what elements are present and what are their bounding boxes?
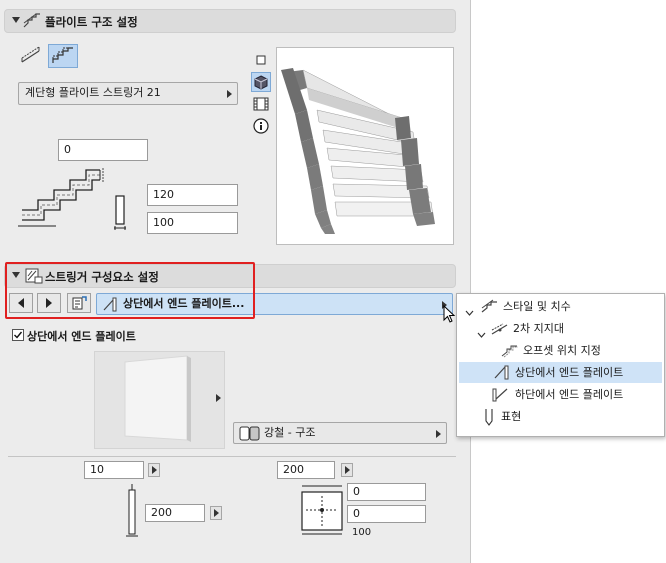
length-step-button[interactable]	[210, 506, 222, 520]
menu-item-label: 상단에서 엔드 플레이트	[515, 366, 624, 379]
menu-item-label: 표현	[501, 410, 522, 423]
height-step-button[interactable]	[341, 463, 353, 477]
plate-length-field[interactable]: 200	[145, 504, 205, 522]
chevron-right-icon	[436, 430, 441, 438]
plate-offset-diagram	[298, 484, 346, 536]
plate-offset-c-label: 100	[352, 527, 372, 538]
width-step-button[interactable]	[148, 463, 160, 477]
menu-item-representation[interactable]: 표현	[457, 406, 664, 427]
menu-item-offset-position[interactable]: 오프셋 위치 지정	[457, 340, 664, 361]
settings-panel: 플라이트 구조 설정 계단형 플라이트 스트링거 21 0 120 100 스트…	[0, 0, 471, 563]
stair-3d-preview	[276, 47, 454, 245]
menu-item-label: 오프셋 위치 지정	[523, 344, 601, 357]
menu-item-style-dimensions[interactable]: 스타일 및 치수	[457, 296, 664, 317]
end-plate-checkbox[interactable]	[12, 329, 24, 341]
end-plate-preview[interactable]	[94, 351, 225, 449]
section-view-icon[interactable]	[253, 97, 269, 111]
stepped-flight-type-icon[interactable]	[48, 44, 78, 68]
material-dropdown[interactable]: 강철 - 구조	[233, 422, 447, 444]
menu-item-secondary-support[interactable]: 2차 지지대	[457, 318, 664, 339]
plate-side-icon	[124, 482, 140, 540]
flight-structure-header[interactable]: 플라이트 구조 설정	[4, 9, 456, 33]
component-tree-menu: 스타일 및 치수 2차 지지대 오프셋 위치 지정 상단에서 엔드 플레이트 하…	[456, 293, 665, 437]
2d-view-icon[interactable]	[255, 54, 267, 66]
annotation-highlight-box	[5, 262, 255, 319]
menu-item-label: 하단에서 엔드 플레이트	[515, 388, 624, 401]
straight-flight-type-icon[interactable]	[19, 46, 45, 68]
plate-offset-b-field[interactable]: 0	[347, 505, 426, 523]
plate-offset-a-field[interactable]: 0	[347, 483, 426, 501]
flight-type-value: 계단형 플라이트 스트링거 21	[25, 86, 161, 99]
checkbox-label: 상단에서 엔드 플레이트	[27, 330, 136, 343]
stringer-height-field[interactable]: 120	[147, 184, 238, 206]
collapse-triangle-icon[interactable]	[12, 17, 20, 23]
material-swatch-icon	[239, 426, 261, 448]
3d-view-icon[interactable]	[251, 72, 271, 92]
chevron-right-icon	[227, 90, 232, 98]
menu-item-bottom-end-plate[interactable]: 하단에서 엔드 플레이트	[457, 384, 664, 405]
chevron-right-icon	[216, 394, 221, 402]
material-value: 강철 - 구조	[264, 426, 316, 439]
stair-flight-icon	[23, 13, 41, 32]
divider	[8, 456, 456, 457]
representation-icon	[483, 408, 495, 433]
stringer-thickness-field[interactable]: 100	[147, 212, 238, 234]
plate-width-field[interactable]: 10	[84, 461, 144, 479]
offset-field[interactable]: 0	[58, 139, 148, 161]
info-icon[interactable]	[253, 118, 269, 134]
flight-type-dropdown[interactable]: 계단형 플라이트 스트링거 21	[18, 82, 238, 105]
section-title: 플라이트 구조 설정	[45, 15, 138, 29]
stringer-section-icon	[112, 194, 128, 234]
menu-item-top-end-plate[interactable]: 상단에서 엔드 플레이트	[459, 362, 662, 383]
stepped-stringer-diagram	[16, 164, 108, 234]
menu-item-label: 스타일 및 치수	[503, 300, 571, 313]
mouse-cursor-icon	[443, 304, 457, 328]
plate-height-field[interactable]: 200	[277, 461, 335, 479]
menu-item-label: 2차 지지대	[513, 322, 564, 335]
